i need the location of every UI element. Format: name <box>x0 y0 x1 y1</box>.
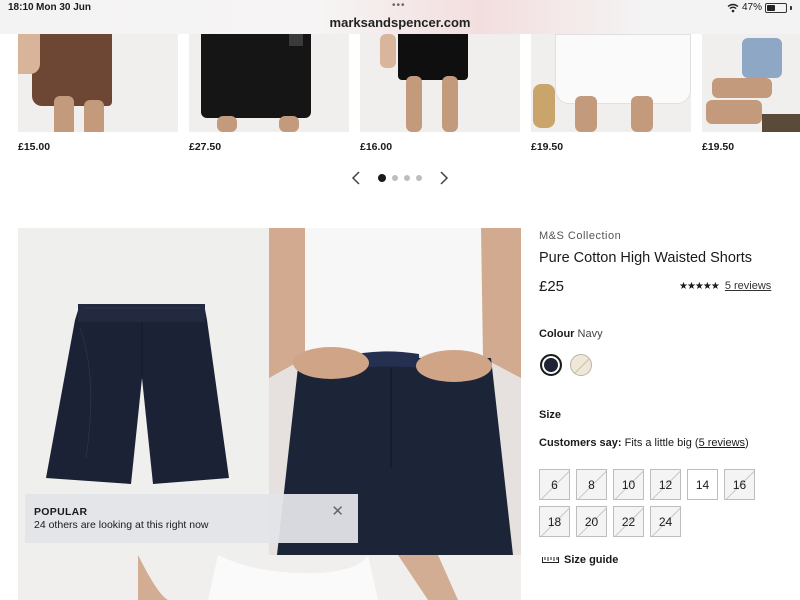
colour-label: Colour Navy <box>539 328 603 340</box>
status-time: 18:10 <box>8 2 34 13</box>
product-carousel: £15.00 £27.50 £16.00 £19.50 £19.50 <box>0 34 800 204</box>
size-option-label: 10 <box>621 477 636 492</box>
battery-icon <box>765 2 787 13</box>
product-price: £27.50 <box>189 141 222 153</box>
size-option-label: 6 <box>551 477 558 492</box>
selected-colour-value: Navy <box>577 328 603 340</box>
product-price: £16.00 <box>360 141 393 153</box>
size-guide-link[interactable]: Size guide <box>542 554 618 566</box>
size-option-22[interactable]: 22 <box>613 506 644 537</box>
colour-label-text: Colour <box>539 328 575 340</box>
size-option-label: 20 <box>584 514 599 529</box>
fit-prefix: Customers say: <box>539 437 622 449</box>
size-option-8[interactable]: 8 <box>576 469 607 500</box>
product-price: £19.50 <box>531 141 564 153</box>
product-price: £15.00 <box>18 141 51 153</box>
size-option-18[interactable]: 18 <box>539 506 570 537</box>
more-dots-icon[interactable]: ••• <box>392 0 406 11</box>
product-image-secondary[interactable] <box>18 555 521 600</box>
size-option-16[interactable]: 16 <box>724 469 755 500</box>
popular-message: 24 others are looking at this right now <box>34 519 209 531</box>
product-image[interactable] <box>531 34 691 132</box>
product-price: £19.50 <box>702 141 735 153</box>
address-bar-url[interactable]: marksandspencer.com <box>0 15 800 30</box>
fit-reviews-link[interactable]: 5 reviews <box>699 437 745 449</box>
carousel-pagination <box>378 173 422 182</box>
size-option-label: 16 <box>732 477 747 492</box>
chevron-right-icon[interactable] <box>436 170 450 186</box>
carousel-card[interactable]: £19.50 <box>702 34 800 153</box>
battery-percentage: 47% <box>741 2 762 13</box>
size-option-6[interactable]: 6 <box>539 469 570 500</box>
product-rating: ★★★★★ 5 reviews <box>679 280 771 292</box>
close-icon[interactable]: ✕ <box>331 502 344 520</box>
carousel-card[interactable]: £16.00 <box>360 34 520 153</box>
product-image[interactable] <box>189 34 349 132</box>
carousel-card[interactable]: £15.00 <box>18 34 178 153</box>
size-guide-label[interactable]: Size guide <box>564 554 618 566</box>
wifi-icon <box>727 3 739 12</box>
ruler-icon <box>542 557 559 563</box>
carousel-navigation <box>350 170 450 186</box>
size-option-label: 22 <box>621 514 636 529</box>
product-price: £25 <box>539 278 565 295</box>
size-option-14[interactable]: 14 <box>687 469 718 500</box>
size-option-label: 18 <box>547 514 562 529</box>
size-option-label: 8 <box>588 477 595 492</box>
size-option-12[interactable]: 12 <box>650 469 681 500</box>
size-label: Size <box>539 409 562 421</box>
product-image[interactable] <box>702 34 800 132</box>
colour-swatch-cream[interactable] <box>570 354 592 376</box>
chevron-left-icon[interactable] <box>350 170 364 186</box>
size-option-20[interactable]: 20 <box>576 506 607 537</box>
status-date: Mon 30 Jun <box>36 2 92 13</box>
size-option-label: 12 <box>658 477 673 492</box>
status-bar: 18:10 Mon 30 Jun ••• marksandspencer.com… <box>0 0 800 34</box>
reviews-link[interactable]: 5 reviews <box>725 280 771 292</box>
fit-text: Fits a little big ( <box>624 437 699 449</box>
colour-swatch-navy[interactable] <box>540 354 562 376</box>
pagination-dot[interactable] <box>416 174 422 181</box>
star-rating-icon: ★★★★★ <box>679 280 720 292</box>
fit-feedback: Customers say: Fits a little big (5 revi… <box>539 437 749 449</box>
product-image[interactable] <box>18 34 178 132</box>
fit-suffix: ) <box>745 437 749 449</box>
pagination-dot[interactable] <box>378 173 386 182</box>
popular-title: POPULAR <box>34 506 88 518</box>
popular-notification: POPULAR 24 others are looking at this ri… <box>25 494 358 543</box>
product-image[interactable] <box>360 34 520 132</box>
status-indicators: 47% <box>727 2 792 13</box>
size-option-24[interactable]: 24 <box>650 506 681 537</box>
size-option-10[interactable]: 10 <box>613 469 644 500</box>
carousel-card[interactable]: £19.50 <box>531 34 691 153</box>
product-title: Pure Cotton High Waisted Shorts <box>539 250 753 266</box>
product-brand[interactable]: M&S Collection <box>539 230 621 242</box>
pagination-dot[interactable] <box>392 174 398 181</box>
pagination-dot[interactable] <box>404 174 410 181</box>
size-option-label: 14 <box>695 477 710 492</box>
carousel-card[interactable]: £27.50 <box>189 34 349 153</box>
size-option-label: 24 <box>658 514 673 529</box>
